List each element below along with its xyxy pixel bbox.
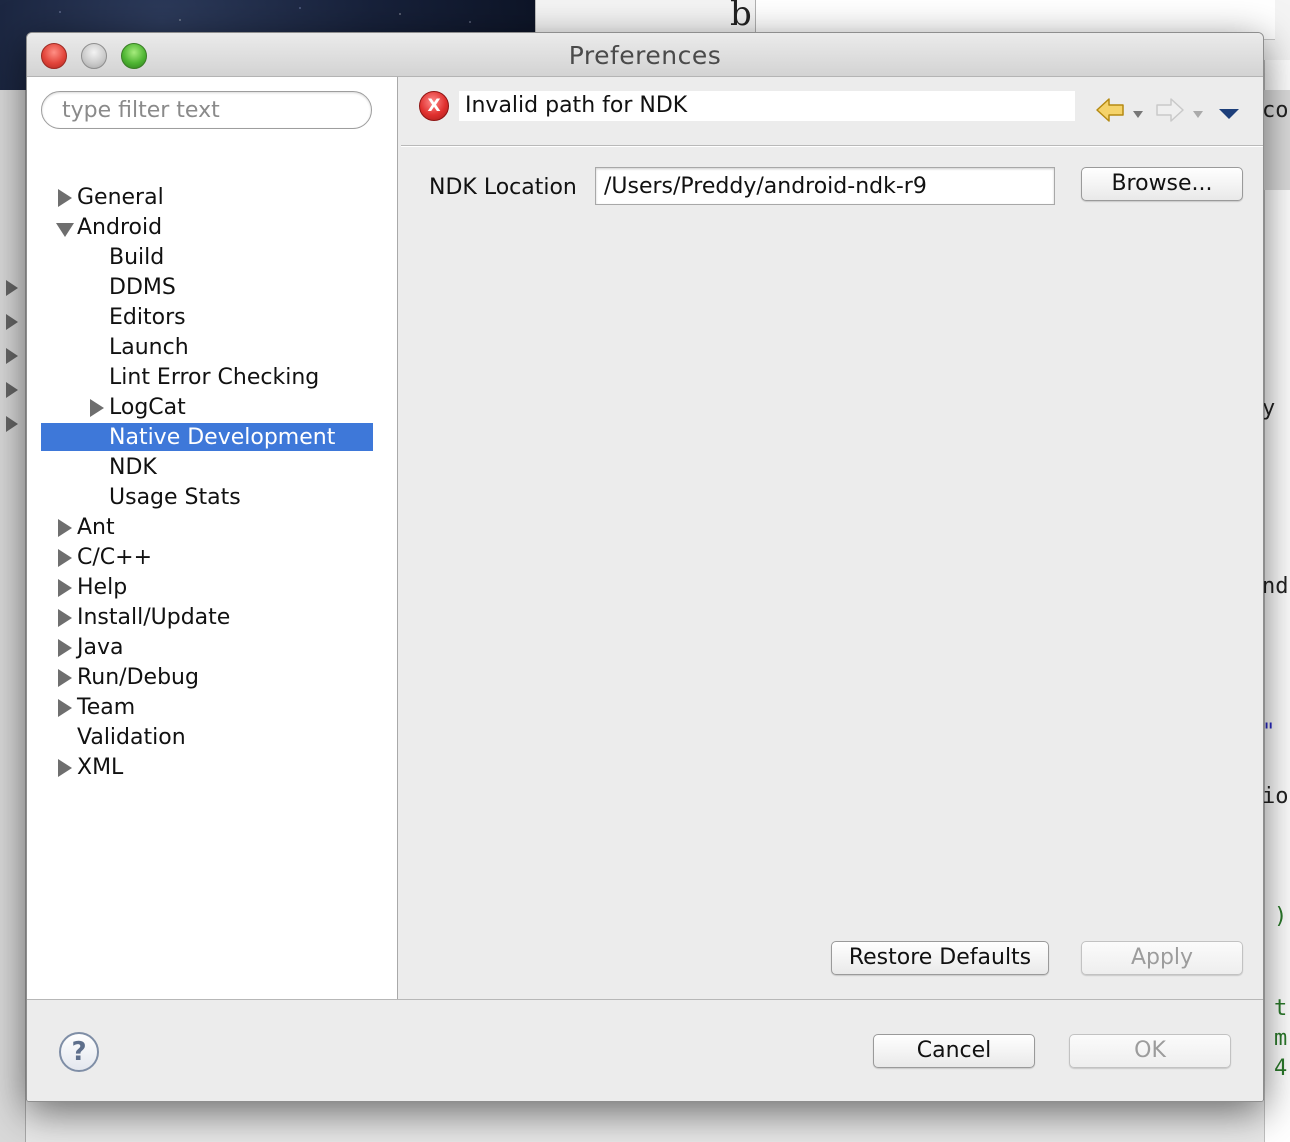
title-bar[interactable]: Preferences bbox=[27, 33, 1263, 77]
tree-item-label: NDK bbox=[109, 455, 157, 480]
collapsed-triangle-icon[interactable] bbox=[58, 639, 72, 657]
window-title: Preferences bbox=[568, 41, 722, 70]
collapsed-triangle-icon[interactable] bbox=[58, 699, 72, 717]
tree-item-label: Launch bbox=[109, 335, 189, 360]
tree-item-label: Java bbox=[77, 635, 124, 660]
collapsed-triangle-icon[interactable] bbox=[58, 609, 72, 627]
background-code-text: ) bbox=[1274, 904, 1288, 929]
collapsed-triangle-icon[interactable] bbox=[58, 579, 72, 597]
tree-item-xml[interactable]: XML bbox=[58, 753, 124, 783]
tree-item-label: Lint Error Checking bbox=[109, 365, 320, 390]
ndk-location-input[interactable] bbox=[595, 167, 1055, 205]
tree-item-label: Build bbox=[109, 245, 165, 270]
restore-defaults-button[interactable]: Restore Defaults bbox=[831, 941, 1049, 975]
tree-item-label: Editors bbox=[109, 305, 186, 330]
tree-item-lint-error-checking[interactable]: Lint Error Checking bbox=[109, 363, 319, 393]
tree-item-c-c-[interactable]: C/C++ bbox=[58, 543, 153, 573]
tree-item-label: Run/Debug bbox=[77, 665, 199, 690]
browse-button[interactable]: Browse... bbox=[1081, 167, 1243, 201]
view-menu-icon[interactable] bbox=[1219, 109, 1239, 119]
tree-item-ndk[interactable]: NDK bbox=[109, 453, 157, 483]
background-ide-left-panel bbox=[0, 90, 26, 1142]
collapsed-triangle-icon[interactable] bbox=[58, 519, 72, 537]
tree-item-label: Usage Stats bbox=[109, 485, 241, 510]
back-history-dropdown-icon[interactable] bbox=[1133, 111, 1143, 118]
dialog-button-bar: ? Cancel OK bbox=[27, 999, 1263, 1101]
forward-history-dropdown-icon bbox=[1193, 111, 1203, 118]
tree-item-android[interactable]: Android bbox=[56, 213, 163, 243]
forward-arrow-icon bbox=[1156, 98, 1184, 122]
tree-item-ant[interactable]: Ant bbox=[58, 513, 115, 543]
tree-item-native-development[interactable]: Native Development bbox=[109, 423, 335, 453]
tree-item-validation[interactable]: Validation bbox=[77, 723, 186, 753]
tree-item-label: Android bbox=[77, 215, 163, 240]
help-icon[interactable]: ? bbox=[59, 1032, 99, 1072]
background-expand-icon bbox=[6, 348, 18, 364]
tree-item-logcat[interactable]: LogCat bbox=[90, 393, 186, 423]
background-code-text: 4 bbox=[1274, 1056, 1288, 1081]
tree-item-label: LogCat bbox=[109, 395, 186, 420]
preferences-dialog: Preferences General Android Build DDMS Edito… bbox=[26, 32, 1264, 1102]
background-code-text: co bbox=[1262, 98, 1289, 123]
tree-item-usage-stats[interactable]: Usage Stats bbox=[109, 483, 241, 513]
tree-item-editors[interactable]: Editors bbox=[109, 303, 186, 333]
tree-item-label: General bbox=[77, 185, 164, 210]
filter-input[interactable] bbox=[41, 91, 372, 129]
tree-item-ddms[interactable]: DDMS bbox=[109, 273, 176, 303]
tree-item-java[interactable]: Java bbox=[58, 633, 124, 663]
back-arrow-icon[interactable] bbox=[1095, 97, 1125, 123]
background-expand-icon bbox=[6, 416, 18, 432]
collapsed-triangle-icon[interactable] bbox=[90, 399, 104, 417]
ok-button[interactable]: OK bbox=[1069, 1034, 1231, 1068]
tree-item-build[interactable]: Build bbox=[109, 243, 164, 273]
background-expand-icon bbox=[6, 382, 18, 398]
background-ide-editor bbox=[1264, 60, 1290, 1142]
apply-button[interactable]: Apply bbox=[1081, 941, 1243, 975]
expanded-triangle-icon[interactable] bbox=[56, 223, 74, 237]
background-code-text: io bbox=[1262, 784, 1289, 809]
background-expand-icon bbox=[6, 314, 18, 330]
background-document-text: b bbox=[730, 0, 752, 34]
background-code-text: t bbox=[1274, 996, 1288, 1021]
tree-item-label: Install/Update bbox=[77, 605, 231, 630]
cancel-button[interactable]: Cancel bbox=[873, 1034, 1035, 1068]
preferences-tree-pane: General Android Build DDMS Editors Launch Lint… bbox=[27, 77, 398, 999]
collapsed-triangle-icon[interactable] bbox=[58, 189, 72, 207]
background-expand-icon bbox=[6, 280, 18, 296]
tree-item-label: C/C++ bbox=[77, 545, 153, 570]
tree-item-label: XML bbox=[77, 755, 124, 780]
header-separator bbox=[401, 145, 1263, 147]
tree-item-install-update[interactable]: Install/Update bbox=[58, 603, 231, 633]
collapsed-triangle-icon[interactable] bbox=[58, 669, 72, 687]
tree-item-label: Native Development bbox=[109, 425, 336, 450]
tree-item-general[interactable]: General bbox=[58, 183, 164, 213]
tree-item-team[interactable]: Team bbox=[58, 693, 136, 723]
preference-page-pane: X Invalid path for NDK NDK Location Brow… bbox=[399, 77, 1263, 999]
tree-item-label: Team bbox=[77, 695, 136, 720]
tree-item-run-debug[interactable]: Run/Debug bbox=[58, 663, 199, 693]
tree-item-label: Ant bbox=[77, 515, 115, 540]
collapsed-triangle-icon[interactable] bbox=[58, 549, 72, 567]
error-message: Invalid path for NDK bbox=[459, 91, 1075, 121]
collapsed-triangle-icon[interactable] bbox=[58, 759, 72, 777]
ndk-location-label: NDK Location bbox=[429, 175, 577, 200]
error-icon: X bbox=[419, 91, 449, 121]
background-code-text: m bbox=[1274, 1026, 1288, 1051]
tree-item-launch[interactable]: Launch bbox=[109, 333, 189, 363]
background-ide-bottom bbox=[26, 1100, 1264, 1142]
tree-item-label: Validation bbox=[77, 725, 186, 750]
tree-item-label: Help bbox=[77, 575, 128, 600]
tree-item-label: DDMS bbox=[109, 275, 176, 300]
background-code-text: nd bbox=[1262, 574, 1289, 599]
tree-item-help[interactable]: Help bbox=[58, 573, 128, 603]
